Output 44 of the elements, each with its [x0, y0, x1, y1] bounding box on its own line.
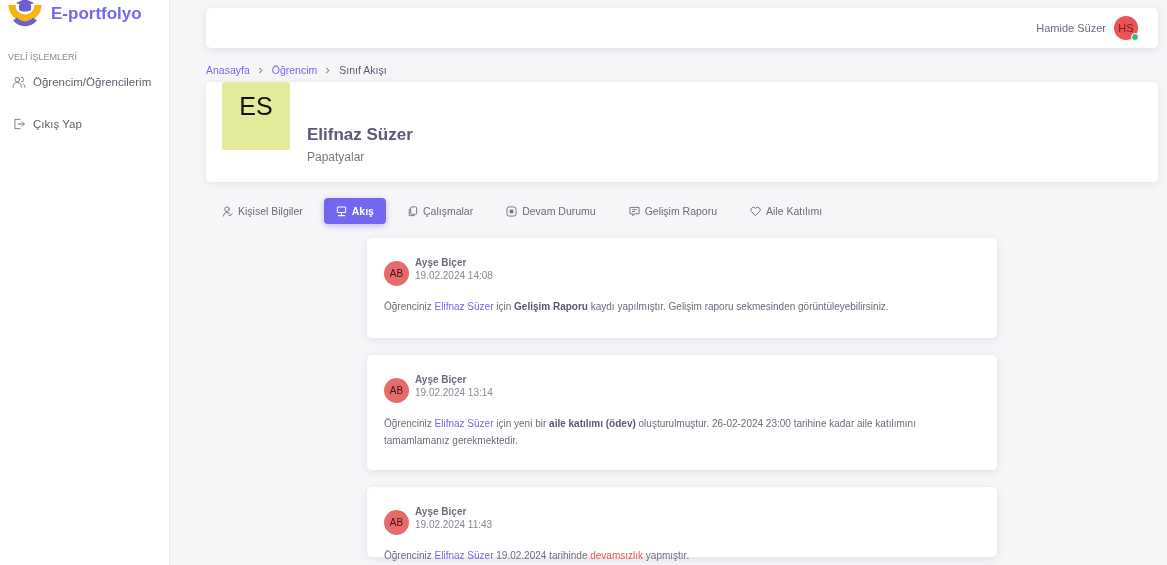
- author-avatar: AB: [384, 510, 409, 535]
- logout-icon: [12, 117, 26, 131]
- tab[interactable]: Akış: [323, 198, 386, 224]
- tab[interactable]: Çalışmalar: [394, 198, 486, 224]
- tab[interactable]: Gelişim Raporu: [616, 198, 730, 224]
- breadcrumb-link[interactable]: Anasayfa: [206, 64, 250, 76]
- chevron-icon: [257, 66, 264, 74]
- users-icon: [12, 75, 26, 89]
- post-text: Öğrenciniz Elifnaz Süzer için Gelişim Raporu kaydı yapılmıştır. Gelişim raporu sekmesinden görüntüleyebilirsiniz.: [384, 300, 890, 314]
- logo-text: E-portfolyo: [51, 4, 142, 24]
- breadcrumb-current: Sınıf Akışı: [339, 64, 387, 76]
- post-time: 19.02.2024 14:08: [415, 270, 493, 281]
- author-name: Ayşe Biçer: [415, 374, 468, 385]
- student-name: Elifnaz Süzer: [307, 125, 413, 145]
- tab[interactable]: Aile Katılımı: [738, 198, 835, 224]
- student-link[interactable]: Elifnaz Süzer: [434, 550, 494, 561]
- student-avatar: ES: [222, 82, 290, 150]
- checkbox-icon: [506, 205, 518, 217]
- user-avatar[interactable]: HS: [1114, 16, 1138, 40]
- monitor-icon: [335, 205, 347, 217]
- tab[interactable]: Kişisel Bilgiler: [210, 198, 315, 224]
- student-link[interactable]: Elifnaz Süzer: [434, 301, 494, 312]
- copy-icon: [406, 205, 418, 217]
- user-name: Hamide Süzer: [1036, 22, 1106, 34]
- class-name: Papatyalar: [307, 150, 366, 164]
- author-name: Ayşe Biçer: [415, 257, 468, 268]
- author-avatar: AB: [384, 261, 409, 286]
- post-time: 19.02.2024 13:14: [415, 387, 493, 398]
- heart-icon: [750, 205, 762, 217]
- author-name: Ayşe Biçer: [415, 506, 468, 517]
- post-time: 19.02.2024 11:43: [415, 519, 493, 530]
- post-text: Öğrenciniz Elifnaz Süzer 19.02.2024 tarihinde devamsızlık yapmıştır.: [384, 549, 691, 563]
- message-icon: [628, 205, 640, 217]
- section-title: VELİ İŞLEMLERİ: [8, 52, 78, 62]
- post-text: Öğrenciniz Elifnaz Süzer için yeni bir aile katılımı (ödev) oluşturulmuştur. 26-02-2024 23:00 tarihine kadar aile katılımını tamamlamanız gerekmektedir.: [384, 417, 917, 448]
- chevron-icon: [325, 66, 332, 74]
- sidebar-item[interactable]: Öğrencim/Öğrencilerim: [0, 72, 169, 92]
- logo-icon: [7, 0, 43, 29]
- author-avatar: AB: [384, 378, 409, 403]
- student-link[interactable]: Elifnaz Süzer: [434, 418, 494, 429]
- breadcrumb-link[interactable]: Öğrencim: [271, 64, 318, 76]
- tab[interactable]: Devam Durumu: [494, 198, 608, 224]
- sidebar-item[interactable]: Çıkış Yap: [0, 114, 169, 134]
- user-icon: [222, 205, 233, 217]
